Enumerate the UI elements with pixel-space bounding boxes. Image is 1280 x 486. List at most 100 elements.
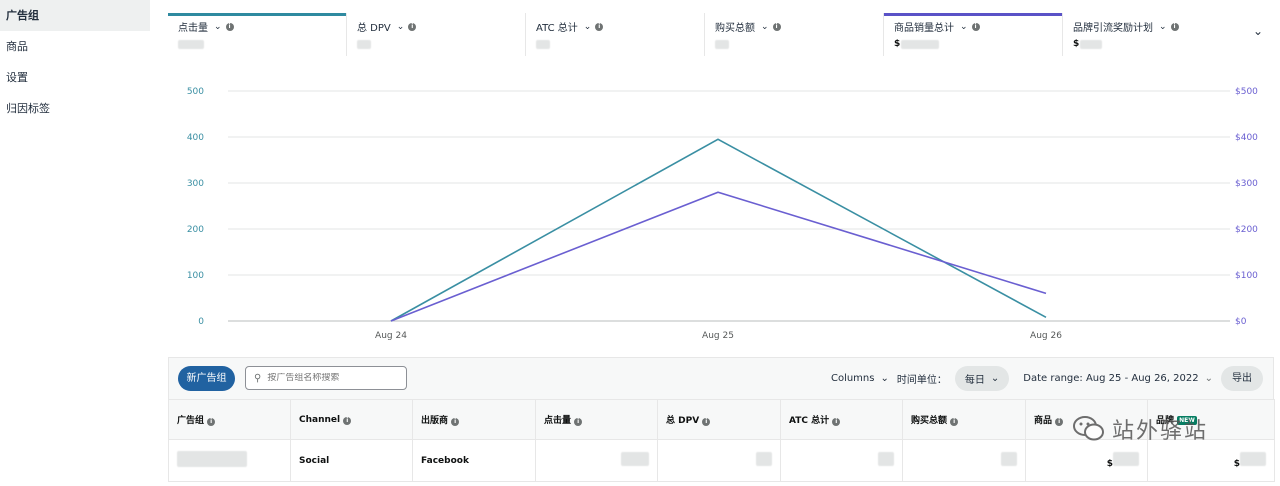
y-left-tick-label: 100: [187, 271, 204, 281]
wechat-icon: [1073, 416, 1104, 441]
time-unit-value: 每日: [964, 375, 985, 386]
toolbar-controls: Columns ⌄ 时间单位： 每日 ⌄ Date range: Aug 25 - …: [831, 366, 1263, 391]
info-icon[interactable]: i: [408, 22, 417, 31]
cell-total-dpv: [657, 439, 781, 482]
column-header-channel[interactable]: Channel i: [290, 399, 413, 440]
sidebar-item-settings[interactable]: 设置: [0, 62, 150, 93]
watermark-text: 站外驿站: [1112, 419, 1209, 444]
y-left-tick-label: 400: [187, 133, 204, 143]
redacted-value: [621, 452, 649, 466]
search-input[interactable]: [267, 373, 398, 383]
y-right-tick-label: $200: [1235, 225, 1258, 235]
metric-tab-brand-referral-bonus[interactable]: 品牌引流奖励计划 ⌄ i $: [1063, 13, 1242, 56]
info-icon[interactable]: i: [950, 418, 959, 426]
date-range-picker[interactable]: Date range: Aug 25 - Aug 26, 2022 ⌄: [1023, 373, 1213, 384]
sidebar-item-products[interactable]: 商品: [0, 31, 150, 62]
info-icon[interactable]: i: [832, 418, 841, 426]
columns-label: Columns: [830, 373, 875, 384]
chevron-down-icon[interactable]: ⌄: [397, 22, 405, 32]
column-header-total-dpv[interactable]: 总 DPV i: [657, 399, 781, 440]
time-unit-select[interactable]: 每日 ⌄: [954, 366, 1010, 391]
chevron-down-icon[interactable]: ⌄: [1159, 22, 1167, 32]
metric-label: ATC 总计: [536, 23, 578, 34]
info-icon[interactable]: i: [595, 22, 604, 31]
metric-label: 品牌引流奖励计划: [1073, 23, 1153, 34]
column-header-ad-group[interactable]: 广告组 i: [168, 399, 291, 440]
x-tick-label: Aug 26: [1030, 331, 1062, 341]
new-ad-group-button[interactable]: 新广告组: [178, 366, 235, 391]
table-toolbar: 新广告组 ⚲ Columns ⌄ 时间单位： 每日 ⌄ Date range: Au…: [168, 357, 1274, 399]
y-right-tick-label: $400: [1235, 133, 1258, 143]
chevron-down-icon: ⌄: [990, 373, 1000, 384]
chevron-down-icon[interactable]: ⌄: [584, 22, 592, 32]
info-icon[interactable]: i: [702, 418, 711, 426]
metric-label: 点击量: [178, 23, 208, 34]
chevron-down-icon: ⌄: [1204, 373, 1213, 384]
y-right-tick-label: $300: [1235, 179, 1258, 189]
line-chart-svg: 0 $0 100 $100 200 $200 300 $300 400 $400 500 $500 Au…: [187, 87, 1258, 341]
cell-ad-group[interactable]: [168, 439, 291, 482]
metric-label: 购买总额: [715, 23, 755, 34]
metric-tab-atc-total[interactable]: ATC 总计 ⌄ i: [526, 13, 705, 56]
x-tick-label: Aug 24: [375, 331, 407, 341]
y-left-tick-label: 200: [187, 225, 204, 235]
metric-value: [536, 38, 696, 50]
chevron-down-icon[interactable]: ⌄: [960, 22, 968, 32]
metric-value: $: [1073, 38, 1234, 50]
metric-tab-clicks[interactable]: 点击量 ⌄ i: [168, 13, 347, 56]
sidebar-item-attribution-tags[interactable]: 归因标签: [0, 93, 150, 124]
y-right-tick-label: $0: [1235, 317, 1247, 327]
metric-tab-product-sales-total[interactable]: 商品销量总计 ⌄ i $: [884, 13, 1063, 56]
redacted-value: [357, 39, 371, 49]
y-left-tick-label: 0: [198, 317, 204, 327]
column-header-purchases-total[interactable]: 购买总额 i: [902, 399, 1026, 440]
y-left-tick-label: 500: [187, 87, 204, 97]
redacted-value: [536, 39, 550, 49]
redacted-value: [901, 39, 940, 49]
metric-tab-total-dpv[interactable]: 总 DPV ⌄ i: [347, 13, 526, 56]
date-range-label: Date range: Aug 25 - Aug 26, 2022: [1023, 373, 1199, 384]
columns-dropdown[interactable]: Columns ⌄: [831, 373, 889, 384]
redacted-value: [878, 452, 894, 466]
search-icon: ⚲: [254, 372, 262, 384]
chevron-down-icon[interactable]: ⌄: [214, 22, 222, 32]
info-icon[interactable]: i: [772, 22, 781, 31]
column-header-atc-total[interactable]: ATC 总计 i: [780, 399, 903, 440]
redacted-value: [1001, 452, 1017, 466]
sidebar-item-ad-groups[interactable]: 广告组: [0, 0, 150, 31]
info-icon[interactable]: i: [1055, 418, 1064, 426]
metric-value: $: [894, 38, 1054, 50]
cell-channel: Social: [290, 439, 413, 482]
info-icon[interactable]: i: [451, 418, 460, 426]
currency-symbol: $: [1073, 39, 1080, 49]
expand-metrics-chevron-icon[interactable]: ⌄: [1248, 24, 1268, 44]
redacted-value: [1113, 452, 1139, 466]
watermark: 站外驿站: [1072, 412, 1208, 446]
redacted-value: [1080, 39, 1103, 49]
export-button[interactable]: 导出: [1221, 366, 1263, 391]
chevron-down-icon[interactable]: ⌄: [761, 22, 769, 32]
info-icon[interactable]: i: [574, 418, 583, 426]
y-right-tick-label: $500: [1235, 87, 1258, 97]
time-unit-label: 时间单位：: [896, 375, 947, 386]
cell-clicks: [535, 439, 658, 482]
info-icon[interactable]: i: [225, 22, 234, 31]
metric-label: 商品销量总计: [894, 23, 954, 34]
redacted-value: [715, 39, 729, 49]
series-line-1: [390, 138, 1047, 322]
redacted-value: [177, 451, 247, 467]
info-icon[interactable]: i: [971, 22, 980, 31]
metric-tab-purchases-total[interactable]: 购买总额 ⌄ i: [705, 13, 884, 56]
info-icon[interactable]: i: [207, 418, 216, 426]
metric-value: [178, 38, 338, 50]
y-left-tick-label: 300: [187, 179, 204, 189]
column-header-clicks[interactable]: 点击量 i: [535, 399, 658, 440]
info-icon[interactable]: i: [1170, 22, 1179, 31]
info-icon[interactable]: i: [343, 416, 352, 425]
column-header-publisher[interactable]: 出版商 i: [412, 399, 536, 440]
series-line-2: [390, 191, 1047, 322]
x-tick-label: Aug 25: [702, 331, 734, 341]
currency-symbol: $: [894, 39, 901, 49]
performance-chart: 0 $0 100 $100 200 $200 300 $300 400 $400 500 $500 Au…: [160, 80, 1280, 350]
metric-label: 总 DPV: [357, 23, 391, 34]
